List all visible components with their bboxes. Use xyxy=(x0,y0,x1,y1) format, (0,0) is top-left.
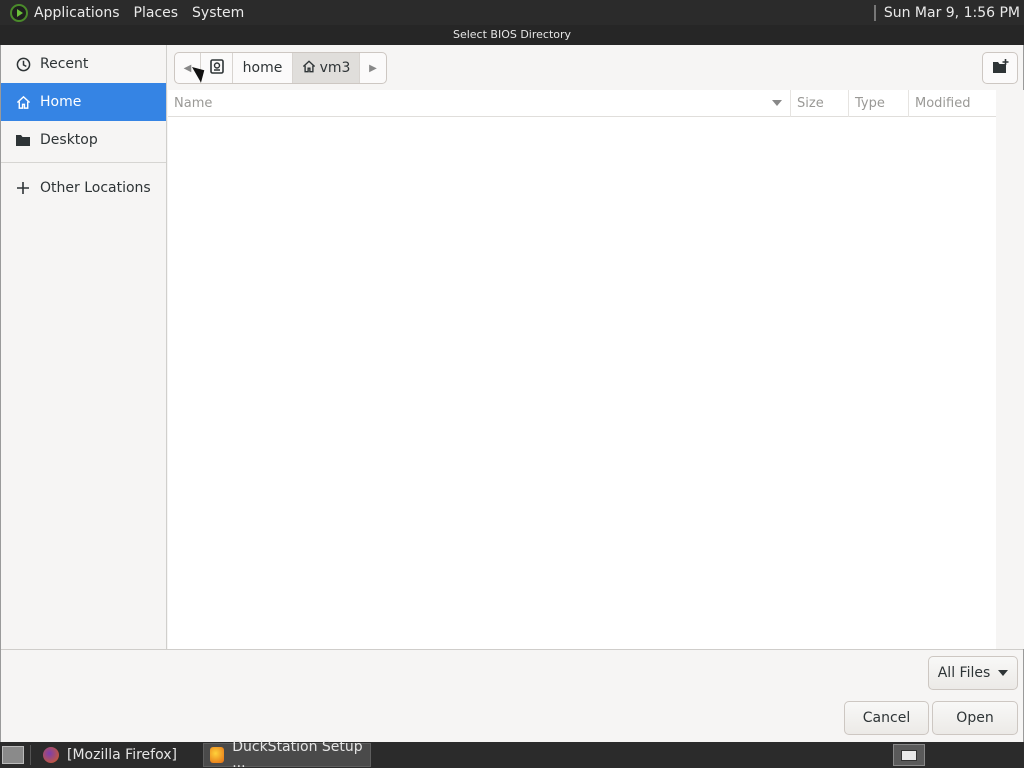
bottom-taskbar: [Mozilla Firefox] DuckStation Setup ... xyxy=(0,739,1024,768)
distro-logo-icon[interactable] xyxy=(10,3,28,22)
folder-icon xyxy=(15,132,31,148)
path-segment-home[interactable]: home xyxy=(233,53,293,83)
new-folder-button[interactable] xyxy=(982,52,1018,84)
menu-places[interactable]: Places xyxy=(134,5,179,21)
column-header-name[interactable]: Name xyxy=(168,89,791,117)
firefox-icon xyxy=(43,747,59,763)
dialog-title: Select BIOS Directory xyxy=(452,28,572,41)
drive-icon xyxy=(209,58,224,78)
open-button[interactable]: Open xyxy=(932,701,1018,735)
sidebar-item-label: Other Locations xyxy=(40,180,151,196)
column-header-row: Name Size Type Modified xyxy=(168,89,996,117)
taskbar-separator xyxy=(30,745,31,765)
file-list-margin xyxy=(996,90,1024,649)
sidebar-item-home[interactable]: Home xyxy=(1,83,166,121)
sidebar-item-label: Home xyxy=(40,94,82,110)
new-folder-icon xyxy=(992,58,1009,78)
action-area-divider xyxy=(1,649,1023,650)
cancel-button[interactable]: Cancel xyxy=(844,701,929,735)
clock-icon xyxy=(15,56,31,72)
column-header-label: Name xyxy=(174,95,213,111)
column-header-type[interactable]: Type xyxy=(849,89,909,117)
path-segment-label: vm3 xyxy=(319,60,351,76)
menu-system[interactable]: System xyxy=(192,5,244,21)
sidebar-divider xyxy=(1,162,166,163)
workspace-switcher[interactable] xyxy=(893,744,925,766)
path-scroll-right-button[interactable]: ▶ xyxy=(360,53,386,83)
sort-descending-icon xyxy=(772,100,782,106)
column-header-modified[interactable]: Modified xyxy=(909,90,996,117)
file-list[interactable]: Name Size Type Modified xyxy=(168,89,996,649)
taskbar-item-duckstation[interactable]: DuckStation Setup ... xyxy=(203,739,371,768)
taskbar-item-label: [Mozilla Firefox] xyxy=(67,747,177,763)
file-chooser-dialog: Recent Home Desktop Other Locations ◀ ho… xyxy=(0,45,1024,742)
clock[interactable]: Sun Mar 9, 1:56 PM xyxy=(884,5,1020,21)
panel-separator xyxy=(873,4,876,21)
path-segment-vm3[interactable]: vm3 xyxy=(293,53,360,83)
duckstation-icon xyxy=(210,747,225,763)
places-sidebar: Recent Home Desktop Other Locations xyxy=(1,45,167,649)
file-filter-label: All Files xyxy=(937,665,991,681)
sidebar-item-label: Desktop xyxy=(40,132,98,148)
sidebar-item-recent[interactable]: Recent xyxy=(1,45,166,83)
home-icon xyxy=(15,94,31,110)
chevron-right-icon: ▶ xyxy=(369,62,377,74)
top-panel: Applications Places System Sun Mar 9, 1:… xyxy=(0,0,1024,25)
home-icon xyxy=(302,59,316,77)
workspace-window-icon xyxy=(901,749,917,761)
sidebar-item-desktop[interactable]: Desktop xyxy=(1,121,166,159)
column-header-size[interactable]: Size xyxy=(791,89,849,117)
menu-applications[interactable]: Applications xyxy=(34,5,120,21)
taskbar-item-label: DuckStation Setup ... xyxy=(232,739,363,768)
file-filter-dropdown[interactable]: All Files xyxy=(928,656,1018,690)
plus-icon xyxy=(15,180,31,196)
chevron-left-icon: ◀ xyxy=(183,62,192,74)
show-desktop-icon[interactable] xyxy=(2,746,24,764)
chevron-down-icon xyxy=(998,670,1009,676)
dialog-titlebar[interactable]: Select BIOS Directory xyxy=(0,25,1024,45)
sidebar-item-other-locations[interactable]: Other Locations xyxy=(1,168,166,208)
sidebar-item-label: Recent xyxy=(40,56,89,72)
taskbar-item-firefox[interactable]: [Mozilla Firefox] xyxy=(37,743,199,767)
